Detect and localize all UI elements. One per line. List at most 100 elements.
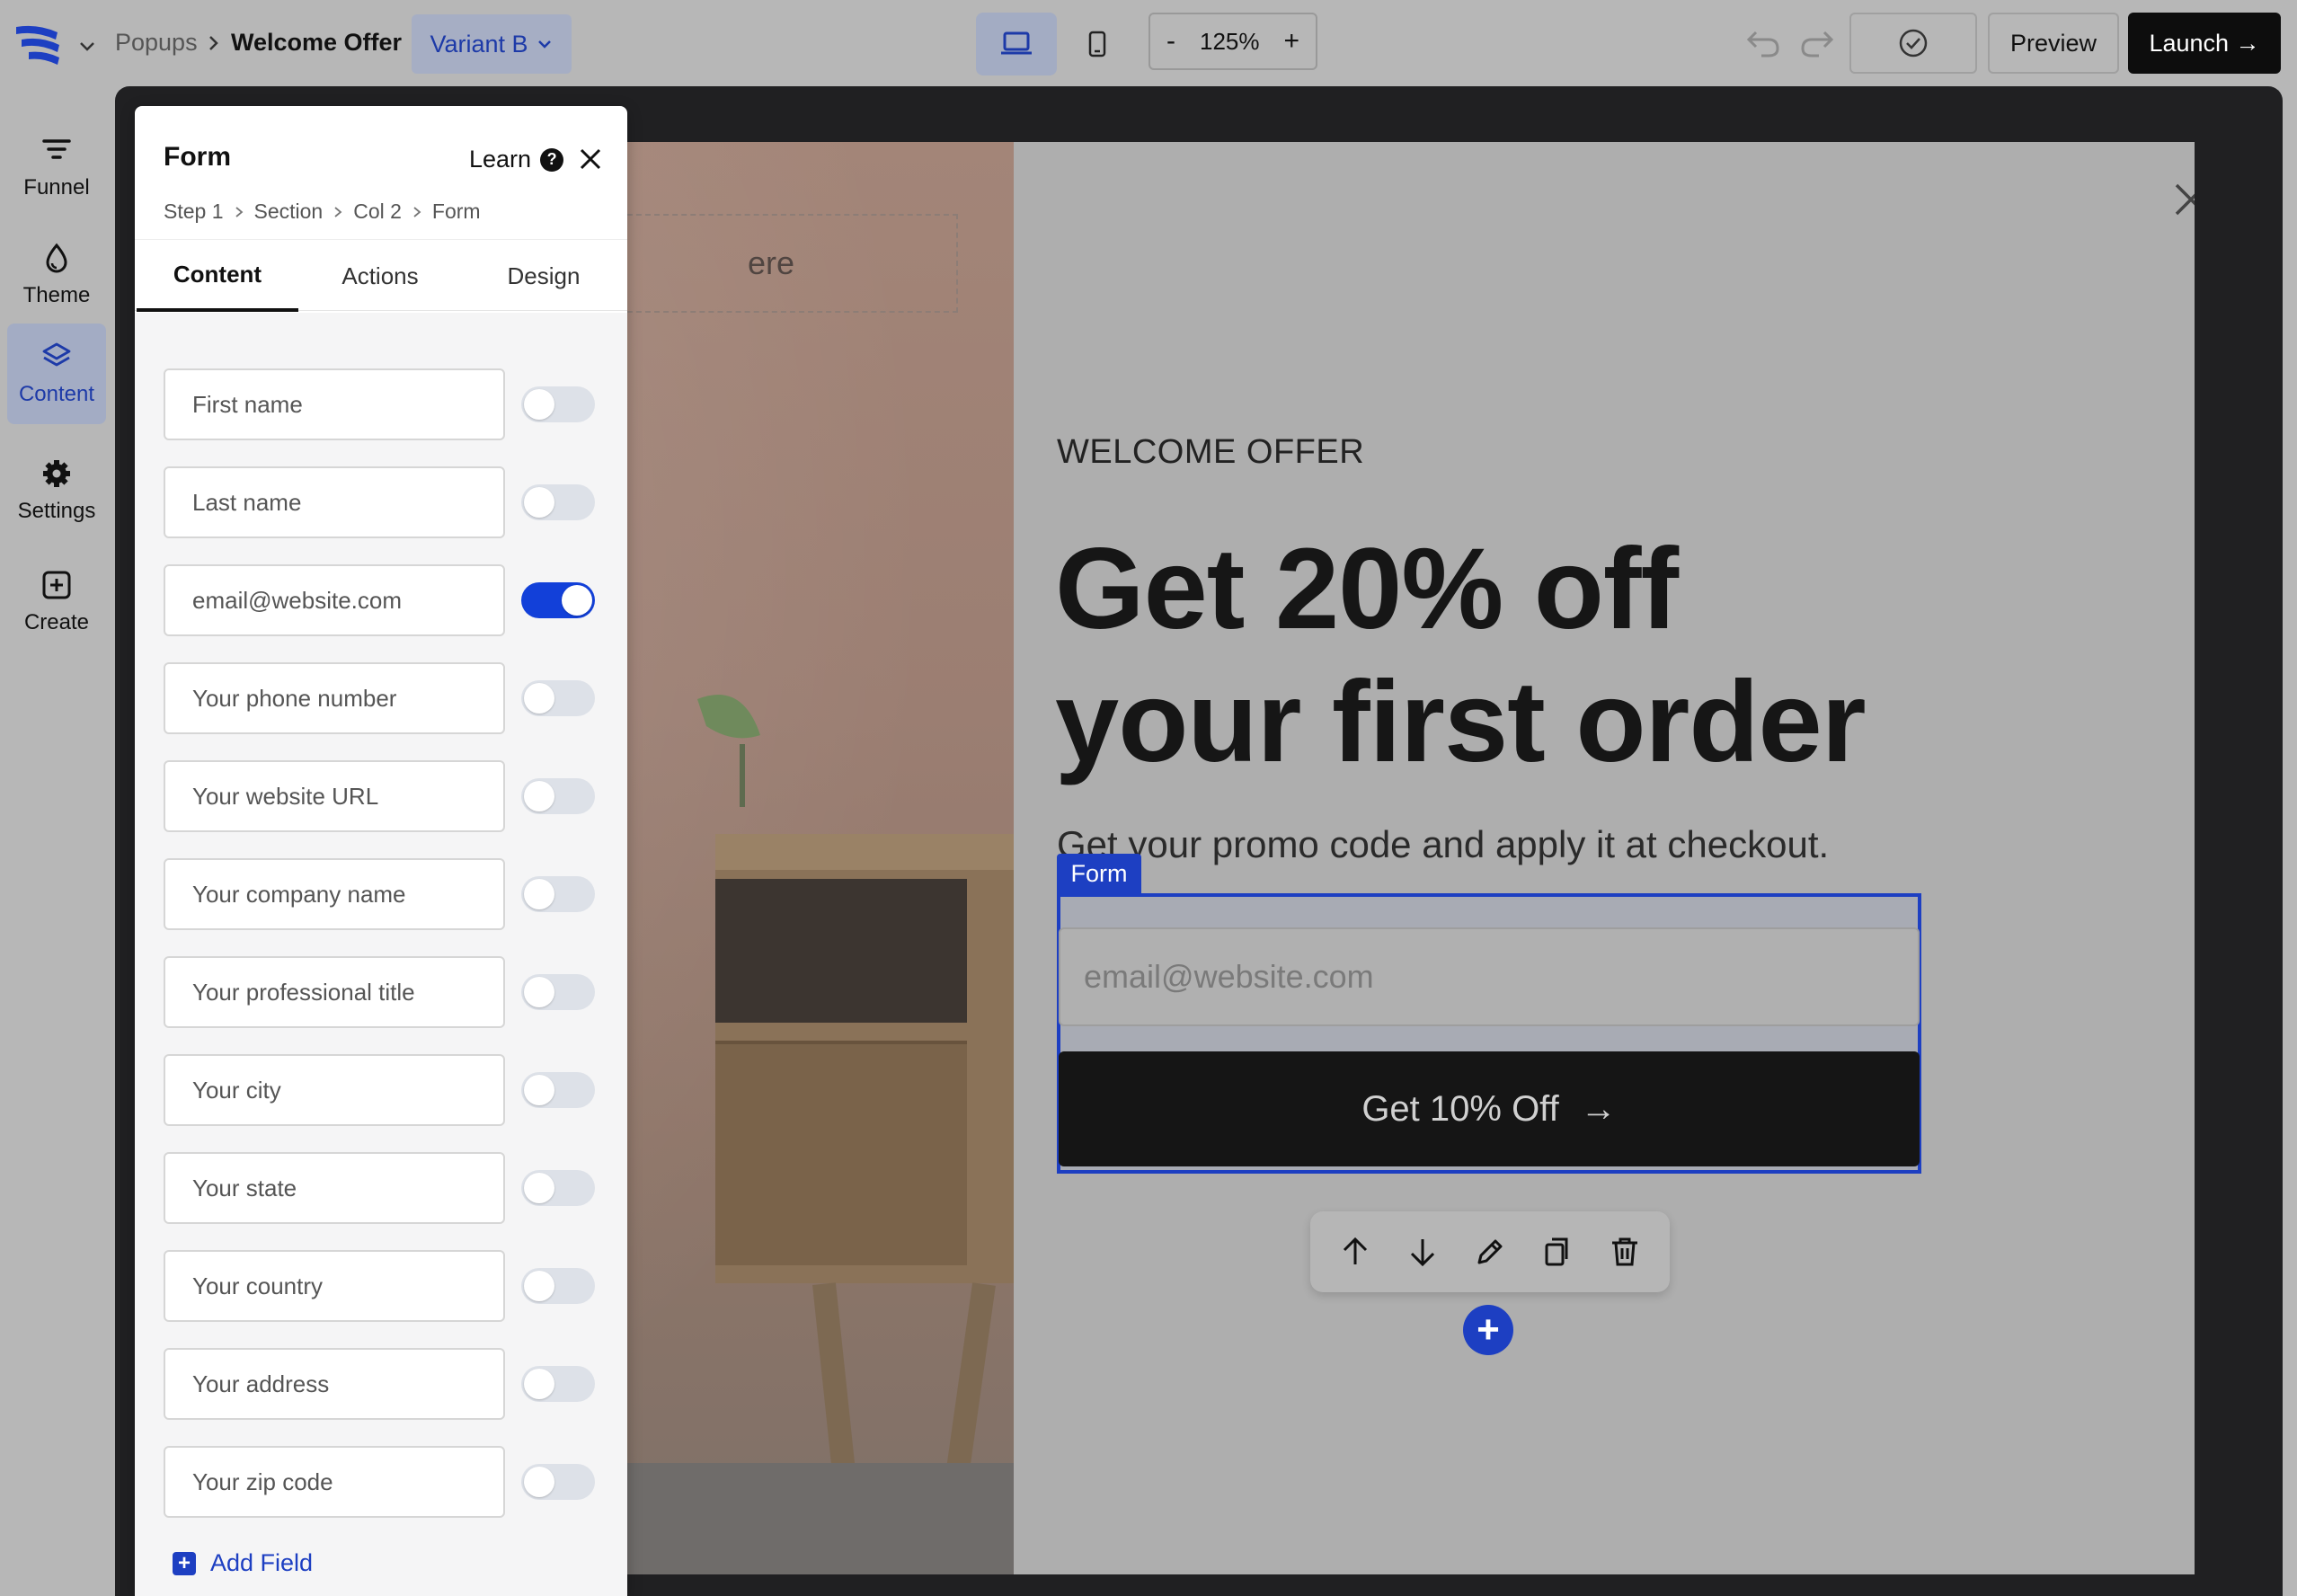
mobile-view-button[interactable] xyxy=(1066,13,1129,75)
toggle-knob xyxy=(524,1271,554,1301)
form-field-input[interactable]: Your city xyxy=(164,1054,505,1126)
form-field-input[interactable]: Your address xyxy=(164,1348,505,1420)
rail-item-content[interactable]: Content xyxy=(7,324,106,424)
desktop-view-button[interactable] xyxy=(976,13,1057,75)
add-field-button[interactable]: + Add Field xyxy=(173,1549,313,1577)
rail-label: Content xyxy=(18,382,95,406)
field-visibility-toggle[interactable] xyxy=(521,974,595,1010)
trash-icon[interactable] xyxy=(1607,1234,1643,1270)
form-field-input[interactable]: Your professional title xyxy=(164,956,505,1028)
field-visibility-toggle[interactable] xyxy=(521,778,595,814)
form-field-input[interactable]: Your website URL xyxy=(164,760,505,832)
rail-label: Theme xyxy=(22,283,91,307)
save-status-button[interactable] xyxy=(1849,13,1977,74)
move-down-icon[interactable] xyxy=(1405,1234,1441,1270)
rail-label: Create xyxy=(23,610,90,634)
field-visibility-toggle[interactable] xyxy=(521,1072,595,1108)
form-field-row: Your address xyxy=(164,1348,595,1420)
form-field-row: Your website URL xyxy=(164,760,595,832)
form-field-input[interactable]: Last name xyxy=(164,466,505,538)
plus-square-icon xyxy=(42,571,71,599)
form-field-input[interactable]: First name xyxy=(164,368,505,440)
chevron-right-icon xyxy=(235,206,243,217)
form-settings-panel: Form Learn ? Step 1 Section Col 2 Form C… xyxy=(135,106,627,1596)
chevron-down-icon xyxy=(537,40,551,49)
zoom-in-button[interactable]: + xyxy=(1283,28,1299,55)
popup-headline[interactable]: Get 20% off your first order xyxy=(1055,523,1954,789)
form-field-input[interactable]: Your zip code xyxy=(164,1446,505,1518)
rail-item-theme[interactable]: Theme xyxy=(7,225,106,325)
tab-actions[interactable]: Actions xyxy=(298,240,462,312)
undo-icon[interactable] xyxy=(1743,25,1783,61)
form-field-input[interactable]: Your state xyxy=(164,1152,505,1224)
form-field-input[interactable]: email@website.com xyxy=(164,564,505,636)
rail-item-settings[interactable]: Settings xyxy=(7,440,106,541)
toggle-knob xyxy=(524,683,554,714)
popup-email-input[interactable]: email@website.com xyxy=(1059,927,1920,1026)
form-field-input[interactable]: Your phone number xyxy=(164,662,505,734)
layers-icon xyxy=(42,342,71,367)
funnel-icon xyxy=(42,139,71,159)
learn-label: Learn xyxy=(469,146,532,173)
toggle-knob xyxy=(524,487,554,518)
breadcrumb-form: Form xyxy=(431,200,481,223)
breadcrumb-step[interactable]: Step 1 xyxy=(164,200,224,224)
form-field-row: Last name xyxy=(164,466,595,538)
rail-item-funnel[interactable]: Funnel xyxy=(7,117,106,217)
move-up-icon[interactable] xyxy=(1337,1234,1373,1270)
tab-design[interactable]: Design xyxy=(462,240,625,312)
launch-button[interactable]: Launch → xyxy=(2128,13,2281,74)
form-field-input[interactable]: Your company name xyxy=(164,858,505,930)
field-visibility-toggle[interactable] xyxy=(521,1464,595,1500)
chevron-right-icon xyxy=(413,206,421,217)
field-visibility-toggle[interactable] xyxy=(521,1170,595,1206)
app-logo-icon[interactable] xyxy=(13,22,63,66)
breadcrumb-popups[interactable]: Popups xyxy=(115,29,198,57)
panel-breadcrumb: Step 1 Section Col 2 Form xyxy=(164,200,481,224)
zoom-control: - 125% + xyxy=(1148,13,1317,70)
variant-label: Variant B xyxy=(430,30,528,58)
form-field-row: First name xyxy=(164,368,595,440)
tab-content[interactable]: Content xyxy=(137,240,298,312)
learn-link[interactable]: Learn ? xyxy=(469,146,564,173)
field-visibility-toggle[interactable] xyxy=(521,484,595,520)
form-field-row: Your company name xyxy=(164,858,595,930)
variant-selector[interactable]: Variant B xyxy=(412,14,572,74)
toggle-knob xyxy=(524,1467,554,1497)
add-field-label: Add Field xyxy=(210,1549,314,1576)
form-field-input[interactable]: Your country xyxy=(164,1250,505,1322)
toggle-knob xyxy=(524,977,554,1007)
duplicate-icon[interactable] xyxy=(1539,1234,1575,1270)
form-field-row: Your phone number xyxy=(164,662,595,734)
form-field-row: Your state xyxy=(164,1152,595,1224)
field-visibility-toggle[interactable] xyxy=(521,582,595,618)
laptop-icon xyxy=(1001,31,1032,55)
popup-cta-button[interactable]: Get 10% Off → xyxy=(1059,1051,1920,1166)
popup-eyebrow[interactable]: WELCOME OFFER xyxy=(1057,433,1364,472)
close-icon[interactable] xyxy=(2169,178,2195,221)
form-field-row: Your zip code xyxy=(164,1446,595,1518)
edit-pencil-icon[interactable] xyxy=(1472,1234,1508,1270)
field-visibility-toggle[interactable] xyxy=(521,876,595,912)
field-visibility-toggle[interactable] xyxy=(521,1366,595,1402)
field-visibility-toggle[interactable] xyxy=(521,1268,595,1304)
field-visibility-toggle[interactable] xyxy=(521,680,595,716)
breadcrumb-col[interactable]: Col 2 xyxy=(353,200,402,224)
headline-line-2: your first order xyxy=(1055,658,1867,786)
zoom-out-button[interactable]: - xyxy=(1166,28,1175,55)
rail-label: Settings xyxy=(17,499,96,523)
toggle-knob xyxy=(524,879,554,909)
phone-icon xyxy=(1088,31,1106,58)
field-visibility-toggle[interactable] xyxy=(521,386,595,422)
popup-subtext[interactable]: Get your promo code and apply it at chec… xyxy=(1057,823,1829,866)
redo-icon[interactable] xyxy=(1797,25,1837,61)
preview-button[interactable]: Preview xyxy=(1988,13,2119,74)
chevron-down-icon[interactable] xyxy=(77,36,97,56)
add-block-button[interactable]: + xyxy=(1463,1305,1513,1355)
panel-tabs: Content Actions Design xyxy=(135,239,627,312)
rail-item-create[interactable]: Create xyxy=(7,552,106,652)
breadcrumb-section[interactable]: Section xyxy=(254,200,324,224)
close-icon[interactable] xyxy=(579,147,602,171)
plus-icon: + xyxy=(173,1551,196,1575)
gear-icon xyxy=(43,460,70,487)
